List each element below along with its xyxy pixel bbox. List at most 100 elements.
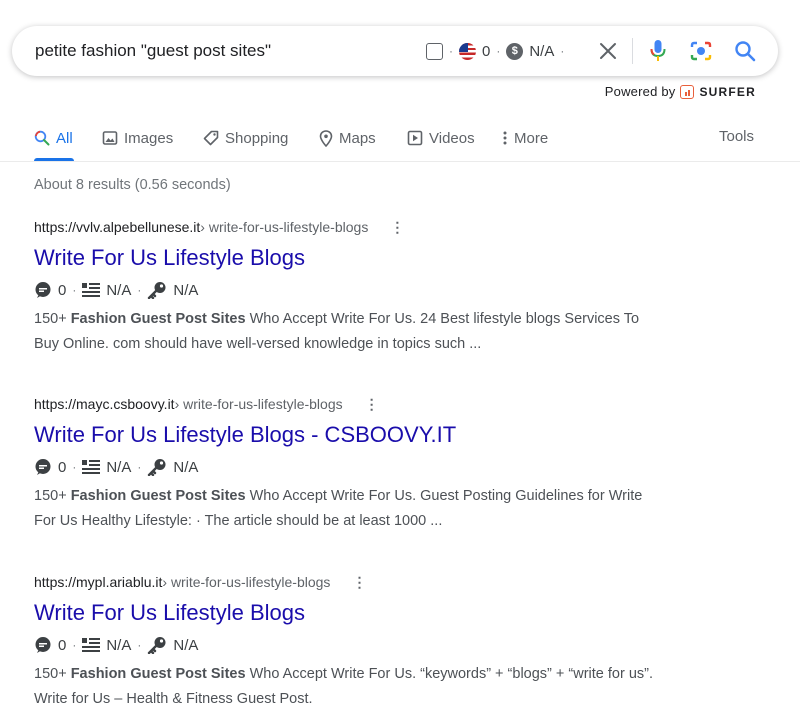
word-count-icon: [82, 283, 101, 297]
camera-lens-icon: [690, 41, 712, 61]
close-icon: [600, 43, 616, 59]
tab-label: Maps: [339, 129, 376, 147]
surfer-logo-icon: [680, 84, 695, 99]
more-vert-icon[interactable]: ⋮: [365, 397, 379, 411]
surfer-checkbox[interactable]: [426, 42, 443, 60]
snippet-highlight: Fashion Guest Post Sites: [70, 666, 246, 682]
snippet-text: 150+: [34, 666, 71, 682]
search-volume-value: 0: [482, 42, 491, 60]
surfer-brand: SURFER: [699, 84, 756, 99]
search-result: https://vvlv.alpebellunese.it › write-fo…: [34, 217, 714, 356]
key-icon: [147, 458, 167, 476]
result-url[interactable]: https://mypl.ariablu.it › write-for-us-l…: [34, 572, 714, 592]
tab-label: Videos: [429, 129, 475, 147]
tab-images[interactable]: Images: [102, 128, 173, 148]
tab-all[interactable]: All: [34, 128, 73, 148]
tab-label: Images: [124, 129, 174, 147]
comment-count: 0: [58, 636, 67, 654]
search-result: https://mypl.ariablu.it › write-for-us-l…: [34, 572, 714, 711]
tab-label: More: [514, 129, 549, 147]
comment-count: 0: [58, 281, 67, 299]
result-domain: https://mypl.ariablu.it: [34, 574, 163, 590]
result-path: › write-for-us-lifestyle-blogs: [174, 396, 343, 412]
snippet-text: Who Accept Write For Us. Guest Posting G…: [245, 488, 643, 504]
cpc-value: N/A: [529, 42, 555, 60]
surfer-result-metrics: 0 · N/A · N/A: [34, 635, 714, 655]
word-count: N/A: [106, 458, 132, 476]
result-title[interactable]: Write For Us Lifestyle Blogs: [34, 599, 714, 627]
snippet-highlight: Fashion Guest Post Sites: [70, 311, 246, 327]
comment-icon: [34, 636, 52, 654]
snippet-text: 150+: [34, 311, 71, 327]
tag-icon: [203, 130, 219, 146]
result-snippet: 150+ Fashion Guest Post Sites Who Accept…: [34, 662, 714, 711]
powered-by-label: Powered by: [604, 84, 676, 99]
more-vert-icon[interactable]: ⋮: [352, 575, 366, 589]
separator-dot: ·: [560, 44, 565, 58]
snippet-text: 150+: [34, 488, 71, 504]
separator-dot: ·: [72, 283, 77, 297]
result-domain: https://vvlv.alpebellunese.it: [34, 219, 201, 235]
dollar-icon: $: [506, 42, 524, 60]
separator-dot: ·: [72, 638, 77, 652]
snippet-text: Who Accept Write For Us. 24 Best lifesty…: [245, 311, 640, 327]
search-input[interactable]: [35, 26, 415, 76]
snippet-text: For Us Healthy Lifestyle: · The article …: [34, 512, 443, 529]
comment-icon: [34, 458, 52, 476]
word-count: N/A: [106, 636, 132, 654]
search-icon: [735, 41, 756, 62]
surfer-metrics-strip: · 0 · $ N/A ·: [426, 26, 564, 76]
clear-search-button[interactable]: [596, 39, 620, 63]
tools-button[interactable]: Tools: [719, 128, 754, 145]
search-tabs: All Images Shopping Maps Videos More Too…: [0, 112, 800, 162]
keyword-count: N/A: [173, 281, 199, 299]
tab-shopping[interactable]: Shopping: [203, 128, 288, 148]
surfer-result-metrics: 0 · N/A · N/A: [34, 280, 714, 300]
more-vert-icon[interactable]: ⋮: [390, 220, 404, 234]
result-domain: https://mayc.csboovy.it: [34, 396, 175, 412]
word-count-icon: [82, 460, 101, 474]
result-title[interactable]: Write For Us Lifestyle Blogs - CSBOOVY.I…: [34, 421, 714, 449]
snippet-text: Who Accept Write For Us. “keywords” + “b…: [245, 666, 653, 682]
more-vert-icon: [503, 131, 507, 145]
map-pin-icon: [319, 129, 333, 147]
play-icon: [407, 130, 423, 146]
keyword-count: N/A: [173, 636, 199, 654]
search-submit-button[interactable]: [732, 38, 758, 64]
search-result: https://mayc.csboovy.it › write-for-us-l…: [34, 394, 714, 533]
key-icon: [147, 636, 167, 654]
separator-dot: ·: [496, 44, 501, 58]
word-count: N/A: [106, 281, 132, 299]
result-path: › write-for-us-lifestyle-blogs: [200, 219, 369, 235]
tab-more[interactable]: More: [502, 128, 548, 148]
tab-label: Shopping: [225, 129, 289, 147]
search-icon: [34, 130, 50, 146]
voice-search-button[interactable]: [645, 38, 671, 64]
powered-by-surfer[interactable]: Powered by SURFER: [605, 84, 756, 99]
tab-videos[interactable]: Videos: [407, 128, 475, 148]
result-url[interactable]: https://mayc.csboovy.it › write-for-us-l…: [34, 394, 714, 414]
separator-dot: ·: [72, 460, 77, 474]
microphone-icon: [650, 40, 666, 61]
result-title[interactable]: Write For Us Lifestyle Blogs: [34, 244, 714, 272]
search-bar: · 0 · $ N/A ·: [12, 26, 778, 76]
key-icon: [147, 281, 167, 299]
separator-dot: ·: [137, 638, 142, 652]
result-snippet: 150+ Fashion Guest Post Sites Who Accept…: [34, 307, 714, 356]
comment-icon: [34, 281, 52, 299]
snippet-text: Buy Online. com should have well-versed …: [34, 335, 482, 352]
divider: [632, 38, 633, 64]
result-path: › write-for-us-lifestyle-blogs: [162, 574, 331, 590]
tab-label: All: [56, 129, 73, 147]
image-search-button[interactable]: [688, 38, 714, 64]
us-flag-icon: [459, 42, 476, 60]
separator-dot: ·: [137, 283, 142, 297]
word-count-icon: [82, 638, 101, 652]
snippet-highlight: Fashion Guest Post Sites: [70, 488, 246, 504]
separator-dot: ·: [137, 460, 142, 474]
snippet-text: Write for Us – Health & Fitness Guest Po…: [34, 690, 313, 707]
image-icon: [102, 131, 118, 145]
tab-maps[interactable]: Maps: [319, 128, 376, 148]
result-url[interactable]: https://vvlv.alpebellunese.it › write-fo…: [34, 217, 714, 237]
keyword-count: N/A: [173, 458, 199, 476]
